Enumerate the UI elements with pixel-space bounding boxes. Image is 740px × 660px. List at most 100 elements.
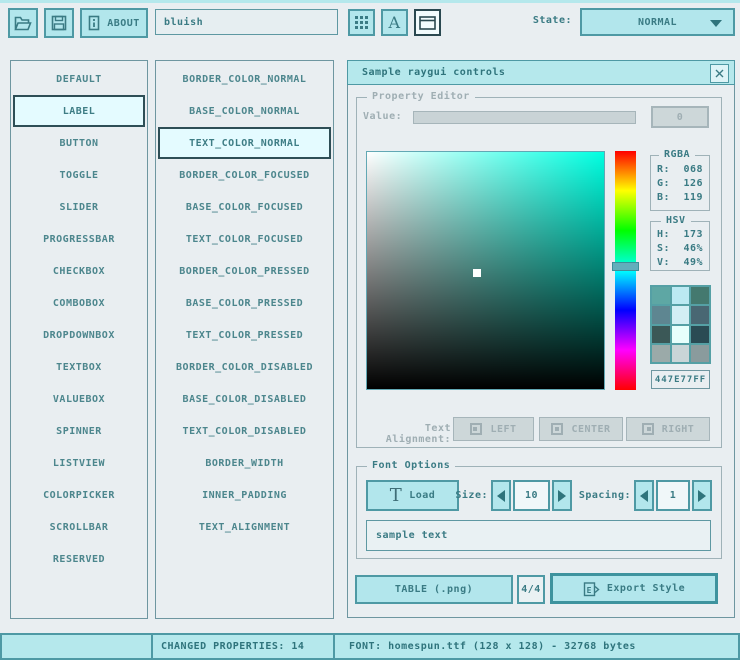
font-spacing-decrease-button[interactable]: [634, 480, 654, 511]
swatch[interactable]: [672, 345, 690, 362]
controls-item-progressbar[interactable]: PROGRESSBAR: [11, 223, 147, 255]
property-item-text-alignment[interactable]: TEXT_ALIGNMENT: [156, 511, 333, 543]
color-picker-panel[interactable]: [366, 151, 605, 390]
sample-panel-close-button[interactable]: [710, 64, 729, 83]
hex-value-box[interactable]: 447E77FF: [651, 370, 710, 389]
save-style-button[interactable]: [44, 8, 74, 38]
folder-open-icon: [14, 16, 32, 31]
swatch[interactable]: [652, 287, 670, 304]
controls-list: DEFAULT LABEL BUTTON TOGGLE SLIDER PROGR…: [10, 60, 148, 619]
rgba-b-row: B:119: [651, 190, 709, 204]
open-style-button[interactable]: [8, 8, 38, 38]
property-item-border-color-focused[interactable]: BORDER_COLOR_FOCUSED: [156, 159, 333, 191]
style-color-swatches: [650, 285, 711, 364]
font-load-button[interactable]: T Load: [366, 480, 459, 511]
controls-item-scrollbar[interactable]: SCROLLBAR: [11, 511, 147, 543]
property-item-text-color-pressed[interactable]: TEXT_COLOR_PRESSED: [156, 319, 333, 351]
value-button-label: 0: [677, 112, 684, 123]
sample-text-input[interactable]: sample text: [366, 520, 711, 551]
property-item-border-color-disabled[interactable]: BORDER_COLOR_DISABLED: [156, 351, 333, 383]
hue-bar-handle[interactable]: [612, 262, 639, 271]
controls-item-checkbox[interactable]: CHECKBOX: [11, 255, 147, 287]
swatch[interactable]: [691, 326, 709, 343]
font-size-value-box[interactable]: 10: [513, 480, 550, 511]
font-size-increase-button[interactable]: [552, 480, 572, 511]
controls-item-label[interactable]: LABEL: [13, 95, 145, 127]
swatch[interactable]: [652, 345, 670, 362]
align-right-icon: [642, 423, 654, 435]
export-style-button[interactable]: E Export Style: [550, 573, 718, 604]
swatch[interactable]: [691, 306, 709, 323]
align-center-label: CENTER: [571, 424, 610, 435]
swatch[interactable]: [691, 345, 709, 362]
hsv-h-row: H:173: [651, 227, 709, 241]
style-table-mode-button[interactable]: [348, 9, 375, 36]
about-button-label: ABOUT: [107, 18, 140, 29]
controls-item-spinner[interactable]: SPINNER: [11, 415, 147, 447]
about-button[interactable]: ABOUT: [80, 8, 148, 38]
align-center-button[interactable]: CENTER: [539, 417, 623, 441]
color-picker-cursor[interactable]: [473, 269, 481, 277]
control-panel-mode-button[interactable]: [414, 9, 441, 36]
font-spacing-label: Spacing:: [573, 490, 631, 501]
statusbar-font-info: FONT: homespun.ttf (128 x 128) - 32768 b…: [333, 633, 740, 660]
swatch[interactable]: [652, 326, 670, 343]
property-item-base-color-focused[interactable]: BASE_COLOR_FOCUSED: [156, 191, 333, 223]
align-left-icon: [470, 423, 482, 435]
sample-panel-titlebar[interactable]: Sample raygui controls: [347, 60, 735, 85]
controls-item-dropdownbox[interactable]: DROPDOWNBOX: [11, 319, 147, 351]
font-spacing-value-box[interactable]: 1: [656, 480, 690, 511]
property-item-base-color-normal[interactable]: BASE_COLOR_NORMAL: [156, 95, 333, 127]
value-slider[interactable]: [413, 111, 636, 124]
property-item-text-color-focused[interactable]: TEXT_COLOR_FOCUSED: [156, 223, 333, 255]
export-pages-box[interactable]: 4/4: [517, 575, 545, 604]
controls-item-reserved[interactable]: RESERVED: [11, 543, 147, 575]
controls-item-button[interactable]: BUTTON: [11, 127, 147, 159]
align-right-label: RIGHT: [662, 424, 695, 435]
property-item-border-color-pressed[interactable]: BORDER_COLOR_PRESSED: [156, 255, 333, 287]
export-pages-value: 4/4: [521, 584, 541, 595]
controls-item-listview[interactable]: LISTVIEW: [11, 447, 147, 479]
state-dropdown[interactable]: NORMAL: [580, 8, 735, 36]
align-right-button[interactable]: RIGHT: [626, 417, 710, 441]
swatch[interactable]: [672, 306, 690, 323]
controls-item-colorpicker[interactable]: COLORPICKER: [11, 479, 147, 511]
property-item-border-color-normal[interactable]: BORDER_COLOR_NORMAL: [156, 63, 333, 95]
property-item-text-color-disabled[interactable]: TEXT_COLOR_DISABLED: [156, 415, 333, 447]
property-item-base-color-disabled[interactable]: BASE_COLOR_DISABLED: [156, 383, 333, 415]
value-button[interactable]: 0: [651, 106, 709, 128]
font-spacing-increase-button[interactable]: [692, 480, 712, 511]
state-dropdown-value: NORMAL: [638, 17, 677, 28]
align-left-label: LEFT: [490, 424, 516, 435]
property-item-border-width[interactable]: BORDER_WIDTH: [156, 447, 333, 479]
controls-item-valuebox[interactable]: VALUEBOX: [11, 383, 147, 415]
font-load-label: Load: [409, 490, 435, 501]
export-format-dropdown[interactable]: TABLE (.png): [355, 575, 513, 604]
chevron-right-icon: [558, 490, 566, 502]
align-left-button[interactable]: LEFT: [453, 417, 534, 441]
export-format-value: TABLE (.png): [395, 584, 473, 595]
chevron-down-icon: [710, 20, 722, 27]
close-icon: [715, 69, 724, 78]
grid-icon: [355, 16, 369, 30]
controls-item-combobox[interactable]: COMBOBOX: [11, 287, 147, 319]
rgba-group-label: RGBA: [659, 149, 695, 160]
controls-item-textbox[interactable]: TEXTBOX: [11, 351, 147, 383]
swatch[interactable]: [652, 306, 670, 323]
swatch[interactable]: [691, 287, 709, 304]
rgba-group: RGBA R:068 G:126 B:119: [650, 155, 710, 211]
property-item-inner-padding[interactable]: INNER_PADDING: [156, 479, 333, 511]
chevron-right-icon: [698, 490, 706, 502]
property-item-text-color-normal[interactable]: TEXT_COLOR_NORMAL: [158, 127, 331, 159]
font-spacing-value: 1: [670, 490, 677, 501]
controls-item-toggle[interactable]: TOGGLE: [11, 159, 147, 191]
font-atlas-button[interactable]: A: [381, 9, 408, 36]
font-size-decrease-button[interactable]: [491, 480, 511, 511]
controls-item-slider[interactable]: SLIDER: [11, 191, 147, 223]
style-name-input[interactable]: [155, 9, 338, 35]
controls-item-default[interactable]: DEFAULT: [11, 63, 147, 95]
property-item-base-color-pressed[interactable]: BASE_COLOR_PRESSED: [156, 287, 333, 319]
swatch[interactable]: [672, 326, 690, 343]
font-a-icon: A: [388, 13, 400, 32]
swatch[interactable]: [672, 287, 690, 304]
